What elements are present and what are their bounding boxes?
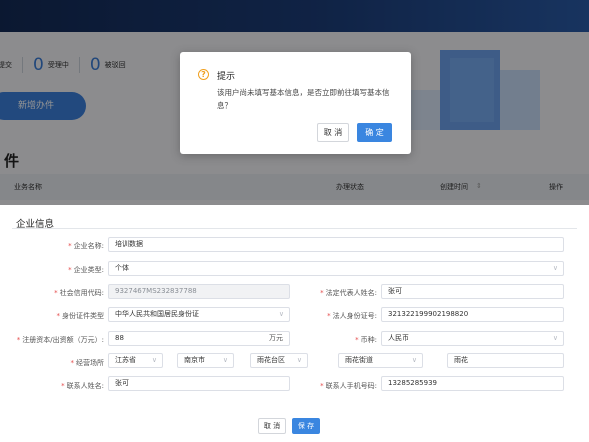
capital-label: * 注册资本/出资额（万元）: [16, 336, 104, 344]
company-type-value: 个体 [115, 264, 129, 272]
company-name-label: * 企业名称: [68, 242, 104, 250]
contact-phone-label: * 联系人手机号码: [320, 382, 377, 390]
street-value: 雨花街道 [345, 356, 373, 364]
dropdown-caret-icon: ∨ [552, 334, 558, 342]
dropdown-caret-icon: ∨ [222, 356, 228, 364]
dropdown-caret-icon: ∨ [151, 356, 157, 364]
contact-name-input[interactable]: 张可 [108, 376, 290, 391]
currency-label: * 币种: [355, 336, 377, 344]
dropdown-caret-icon: ∨ [296, 356, 302, 364]
district-select[interactable]: 雨花台区 ∨ [250, 353, 308, 368]
address-detail-input[interactable]: 雨花 [447, 353, 564, 368]
dialog-cancel-button[interactable]: 取 消 [317, 123, 349, 142]
credit-code-input[interactable]: 9327467MS232837788 [108, 284, 290, 299]
city-select[interactable]: 南京市 ∨ [177, 353, 234, 368]
form-save-button[interactable]: 保 存 [292, 418, 320, 434]
dialog-message: 该用户尚未填写基本信息，是否立即前往填写基本信息？ [217, 88, 390, 110]
capital-input[interactable]: 88 万元 [108, 331, 290, 346]
id-type-select[interactable]: 中华人民共和国居民身份证 ∨ [108, 307, 290, 322]
dialog-title: 提示 [217, 72, 236, 82]
legal-id-input[interactable]: 321322199902198820 [381, 307, 564, 322]
legal-id-label: * 法人身份证号: [327, 312, 377, 320]
company-type-label: * 企业类型: [68, 266, 104, 274]
dropdown-caret-icon: ∨ [552, 264, 558, 272]
contact-phone-input[interactable]: 13285285939 [381, 376, 564, 391]
currency-value: 人民币 [388, 334, 409, 342]
street-select[interactable]: 雨花街道 ∨ [338, 353, 423, 368]
address-label: * 经营场所 [70, 359, 105, 367]
id-type-value: 中华人民共和国居民身份证 [115, 310, 199, 318]
id-type-label: * 身份证件类型 [56, 312, 105, 320]
capital-unit: 万元 [269, 334, 283, 342]
dropdown-caret-icon: ∨ [278, 310, 284, 318]
city-value: 南京市 [184, 356, 205, 364]
province-select[interactable]: 江苏省 ∨ [108, 353, 163, 368]
contact-name-label: * 联系人姓名: [61, 382, 104, 390]
legal-rep-input[interactable]: 张可 [381, 284, 564, 299]
warning-icon: ? [198, 69, 209, 80]
province-value: 江苏省 [115, 356, 136, 364]
form-cancel-button[interactable]: 取 消 [258, 418, 286, 434]
capital-value: 88 [115, 334, 124, 342]
confirm-dialog: ? 提示 该用户尚未填写基本信息，是否立即前往填写基本信息？ 取 消 确 定 [180, 52, 411, 154]
district-value: 雨花台区 [257, 356, 285, 364]
currency-select[interactable]: 人民币 ∨ [381, 331, 564, 346]
dialog-confirm-button[interactable]: 确 定 [357, 123, 392, 142]
legal-rep-label: * 法定代表人姓名: [320, 289, 377, 297]
company-name-input[interactable]: 培训数据 [108, 237, 564, 252]
dropdown-caret-icon: ∨ [411, 356, 417, 364]
section-divider [12, 228, 577, 229]
credit-code-label: * 社会信用代码: [54, 289, 104, 297]
company-type-select[interactable]: 个体 ∨ [108, 261, 564, 276]
